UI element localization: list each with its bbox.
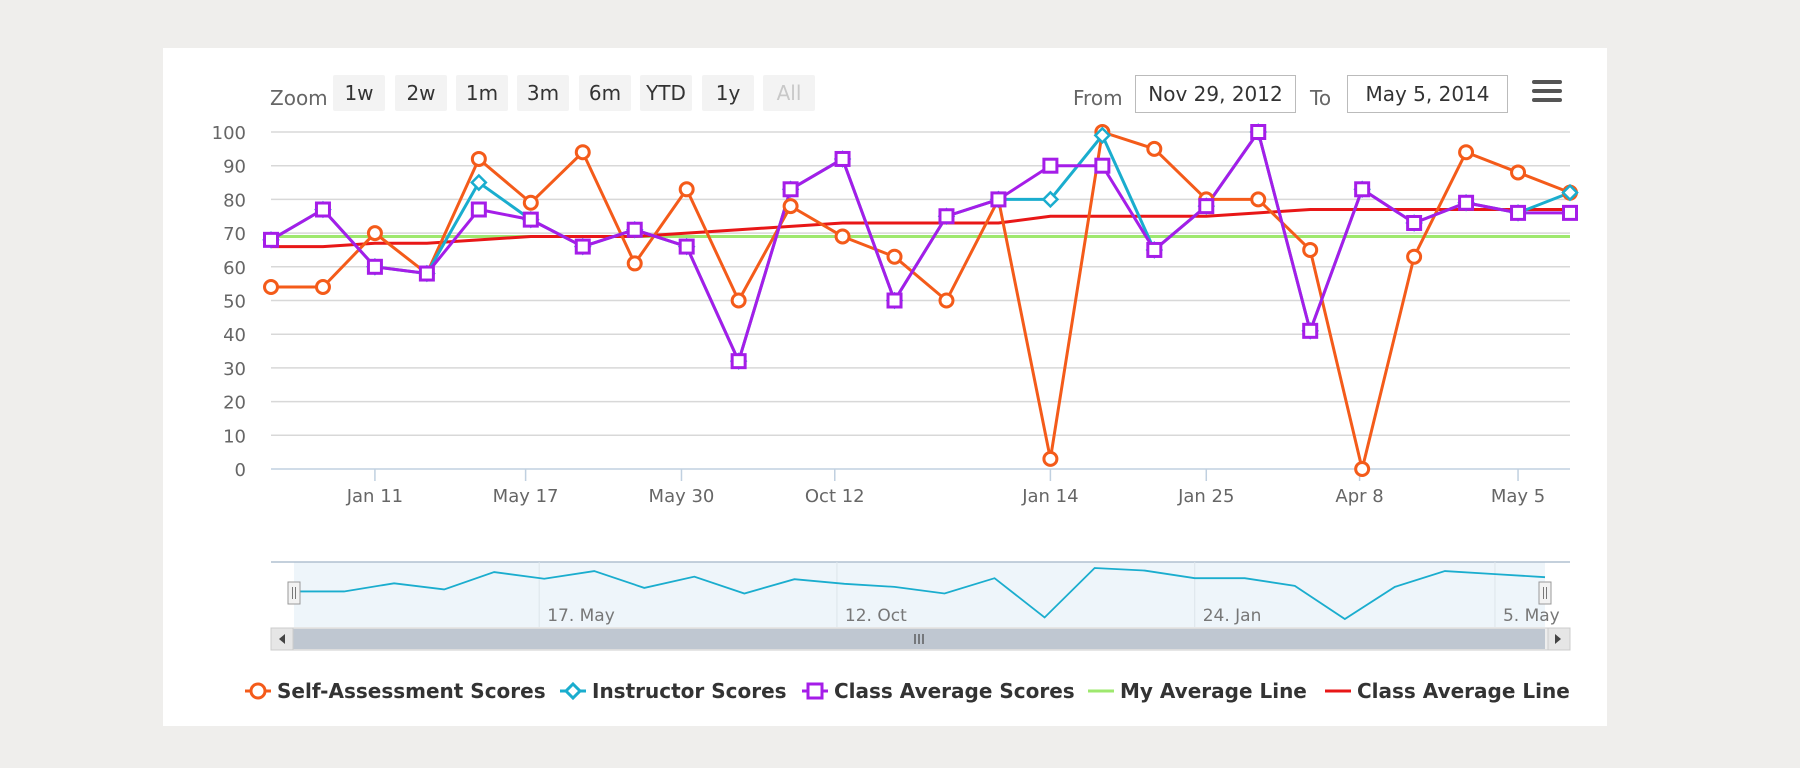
y-tick-label: 100 — [212, 123, 246, 144]
data-point[interactable] — [314, 201, 331, 218]
data-point[interactable] — [626, 221, 643, 238]
data-point[interactable] — [1094, 157, 1111, 174]
legend-label: Instructor Scores — [592, 679, 787, 703]
data-point[interactable] — [730, 292, 747, 309]
data-point[interactable] — [782, 198, 799, 215]
data-point[interactable] — [314, 279, 331, 296]
data-point[interactable] — [730, 353, 747, 370]
x-tick-label: Jan 25 — [1177, 486, 1234, 507]
data-point[interactable] — [1354, 461, 1371, 477]
data-point[interactable] — [522, 194, 539, 211]
legend-square-marker-icon — [802, 682, 828, 700]
data-point[interactable] — [366, 258, 383, 275]
navigator-tick-label: 12. Oct — [845, 606, 907, 626]
legend-line-marker-icon — [1325, 689, 1351, 693]
y-tick-label: 80 — [223, 190, 246, 211]
data-point[interactable] — [1302, 322, 1319, 339]
data-point[interactable] — [418, 265, 435, 282]
data-point[interactable] — [938, 208, 955, 225]
data-point[interactable] — [678, 238, 695, 255]
data-point[interactable] — [1250, 191, 1267, 208]
data-point[interactable] — [1146, 140, 1163, 157]
chart-svg: 0 10 20 30 40 50 60 70 80 90 100 Jan 11 May 17 May 3… — [212, 123, 1579, 651]
navigator-tick-label: 5. May — [1503, 606, 1560, 626]
data-point[interactable] — [1354, 181, 1371, 198]
data-point[interactable] — [626, 255, 643, 272]
y-tick-label: 30 — [223, 359, 246, 380]
data-point[interactable] — [1302, 241, 1319, 258]
data-point[interactable] — [834, 150, 851, 167]
y-tick-label: 50 — [223, 292, 246, 313]
legend-label: Self-Assessment Scores — [277, 679, 546, 703]
data-point[interactable] — [366, 225, 383, 242]
y-axis: 0 10 20 30 40 50 60 70 80 90 100 — [212, 123, 246, 481]
navigator-left-handle[interactable] — [287, 581, 301, 605]
x-tick-label: May 5 — [1491, 486, 1545, 507]
navigator[interactable]: 17. May 12. Oct 24. Jan 5. May — [270, 561, 1571, 651]
x-tick-label: Oct 12 — [805, 486, 865, 507]
legend-label: My Average Line — [1120, 679, 1307, 703]
y-tick-label: 60 — [223, 258, 246, 279]
data-point[interactable] — [1042, 450, 1059, 467]
data-point[interactable] — [1458, 144, 1475, 161]
data-point[interactable] — [782, 181, 799, 198]
navigator-tick-label: 17. May — [547, 606, 615, 626]
x-tick-label: May 17 — [493, 486, 559, 507]
data-point[interactable] — [1510, 204, 1527, 221]
x-tick-label: Jan 11 — [346, 486, 403, 507]
navigator-tick-label: 24. Jan — [1203, 606, 1262, 626]
legend-diamond-marker-icon — [560, 681, 586, 701]
data-point[interactable] — [263, 231, 279, 248]
data-point[interactable] — [1406, 248, 1423, 265]
data-point[interactable] — [574, 238, 591, 255]
data-point[interactable] — [834, 228, 851, 245]
data-point[interactable] — [886, 292, 903, 309]
data-point[interactable] — [1198, 198, 1215, 215]
data-point[interactable] — [574, 144, 591, 161]
y-tick-label: 90 — [223, 157, 246, 178]
data-point[interactable] — [522, 211, 539, 228]
data-point[interactable] — [938, 292, 955, 309]
legend-label: Class Average Scores — [834, 679, 1075, 703]
y-tick-label: 0 — [235, 460, 246, 481]
x-tick-label: Apr 8 — [1335, 486, 1383, 507]
data-point[interactable] — [990, 191, 1007, 208]
data-point[interactable] — [470, 150, 487, 167]
data-point[interactable] — [263, 279, 279, 296]
data-point[interactable] — [1406, 214, 1423, 231]
legend-line-marker-icon — [1088, 689, 1114, 693]
legend-label: Class Average Line — [1357, 679, 1570, 703]
x-tick-label: May 30 — [649, 486, 715, 507]
data-point[interactable] — [1042, 157, 1059, 174]
data-point[interactable] — [1562, 204, 1578, 221]
y-tick-label: 10 — [223, 426, 246, 447]
data-point[interactable] — [1250, 124, 1267, 140]
data-point[interactable] — [1458, 194, 1475, 211]
legend-circle-marker-icon — [245, 682, 271, 700]
data-point[interactable] — [470, 201, 487, 218]
data-point[interactable] — [886, 248, 903, 265]
y-tick-label: 20 — [223, 393, 246, 414]
data-point[interactable] — [1146, 241, 1163, 258]
navigator-selected-range — [294, 562, 1545, 627]
data-point[interactable] — [678, 181, 695, 198]
data-point[interactable] — [1510, 164, 1527, 181]
y-tick-label: 40 — [223, 325, 246, 346]
x-tick-label: Jan 14 — [1021, 486, 1078, 507]
y-tick-label: 70 — [223, 224, 246, 245]
series-line — [271, 208, 1570, 249]
navigator-right-handle[interactable] — [1538, 581, 1552, 605]
